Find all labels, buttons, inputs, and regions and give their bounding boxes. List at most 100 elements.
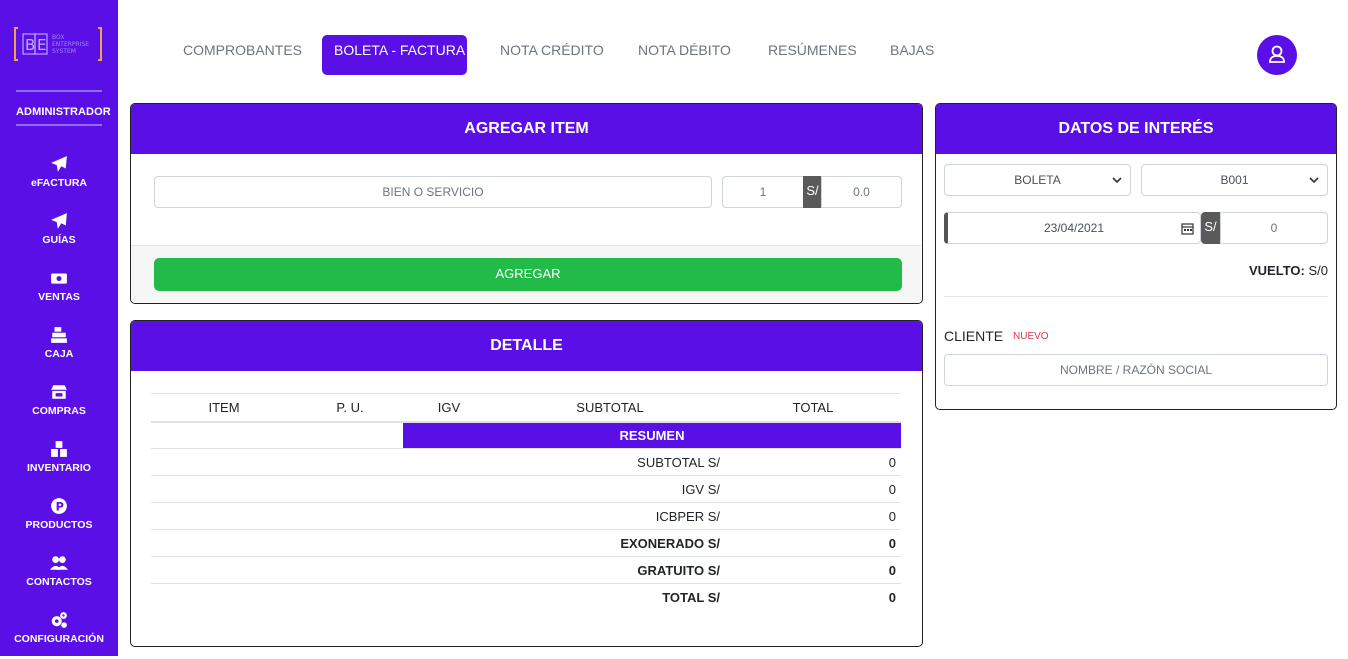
detalle-card: DETALLE ITEM P. U. IGV SUBTOTAL TOTAL RE… (130, 320, 923, 647)
svg-text:SYSTEM: SYSTEM (52, 48, 76, 55)
sidebar-item-inventario[interactable]: INVENTARIO (0, 440, 118, 488)
doc-type-select[interactable]: BOLETA (944, 164, 1131, 196)
chevron-down-icon (1112, 177, 1122, 184)
summary-value: 0 (725, 475, 901, 503)
summary-value: 0 (725, 583, 901, 611)
chevron-down-icon (1309, 177, 1319, 184)
sidebar-item-label: PRODUCTOS (25, 519, 93, 531)
summary-label: ICBPER S/ (151, 502, 725, 530)
sidebar-item-label: CONTACTOS (26, 576, 92, 588)
sidebar-item-guias[interactable]: GUÍAS (0, 212, 118, 260)
item-input[interactable]: BIEN O SERVICIO (154, 176, 712, 208)
cogs-icon (51, 612, 67, 628)
sidebar-item-configuracion[interactable]: CONFIGURACIÓN (0, 611, 118, 659)
resumen-row: RESUMEN (151, 421, 901, 449)
paper-plane-icon (51, 156, 67, 172)
sidebar-item-label: CONFIGURACIÓN (14, 633, 104, 645)
sidebar-item-label: CAJA (44, 348, 74, 360)
sidebar-item-compras[interactable]: COMPRAS (0, 383, 118, 431)
summary-label: GRATUITO S/ (151, 556, 725, 584)
summary-value: 0 (725, 448, 901, 476)
agregar-item-card: AGREGAR ITEM BIEN O SERVICIO 1 S/ 0.0 AG… (130, 103, 923, 304)
resumen-header: RESUMEN (403, 421, 901, 449)
serie-select[interactable]: B001 (1141, 164, 1328, 196)
sidebar-item-label: eFACTURA (30, 177, 87, 189)
sidebar-item-label: GUÍAS (42, 234, 76, 246)
vuelto-value: S/0 (1308, 263, 1328, 278)
user-icon (1269, 45, 1285, 63)
brand-logo[interactable]: B E BOX ENTERPRISE SYSTEM (14, 26, 104, 62)
cliente-label: CLIENTE (944, 328, 1004, 344)
summary-label: IGV S/ (151, 475, 725, 503)
user-avatar-button[interactable] (1257, 35, 1297, 75)
tab-nota-credito[interactable]: NOTA CRÉDITO (488, 35, 616, 75)
datos-title: DATOS DE INTERÉS (936, 104, 1336, 154)
currency-addon: S/ (803, 176, 822, 208)
summary-value: 0 (725, 556, 901, 584)
table-row: ICBPER S/ 0 (151, 502, 901, 530)
svg-text:B: B (25, 36, 35, 54)
price-input[interactable]: 0.0 (821, 176, 902, 208)
date-value: 23/04/2021 (1043, 221, 1105, 235)
table-header-row: ITEM P. U. IGV SUBTOTAL TOTAL (151, 393, 901, 423)
summary-label: EXONERADO S/ (151, 529, 725, 557)
cliente-input[interactable]: NOMBRE / RAZÓN SOCIAL (944, 354, 1328, 386)
agregar-item-title: AGREGAR ITEM (131, 104, 922, 154)
sidebar-item-label: INVENTARIO (27, 462, 91, 474)
user-role: ADMINISTRADOR (16, 90, 111, 126)
svg-text:E: E (37, 36, 46, 54)
summary-value: 0 (725, 502, 901, 530)
amount-input[interactable]: 0 (1220, 212, 1328, 244)
summary-label: TOTAL S/ (151, 583, 725, 611)
column-header: TOTAL (725, 393, 901, 423)
sidebar: B E BOX ENTERPRISE SYSTEM ADMINISTRADOR … (0, 0, 118, 656)
table-row: IGV S/ 0 (151, 475, 901, 503)
tab-nota-debito[interactable]: NOTA DÉBITO (626, 35, 743, 75)
tab-comprobantes[interactable]: COMPROBANTES (171, 35, 314, 75)
boxes-icon (51, 441, 67, 457)
vuelto: VUELTO: S/0 (1249, 263, 1328, 278)
column-header: IGV (403, 393, 495, 423)
product-icon: P (51, 498, 67, 514)
vuelto-label: VUELTO: (1249, 263, 1305, 278)
serie-value: B001 (1220, 173, 1249, 187)
detalle-title: DETALLE (131, 321, 922, 371)
doc-type-value: BOLETA (1014, 173, 1061, 187)
divider (944, 296, 1328, 297)
svg-text:BOX: BOX (52, 34, 64, 41)
summary-value: 0 (725, 529, 901, 557)
table-row: EXONERADO S/ 0 (151, 529, 901, 557)
table-row: GRATUITO S/ 0 (151, 556, 901, 584)
agregar-button[interactable]: AGREGAR (154, 258, 902, 291)
paper-plane-icon (51, 213, 67, 229)
currency-addon: S/ (1201, 212, 1220, 244)
money-bill-icon (51, 273, 67, 284)
svg-text:ENTERPRISE: ENTERPRISE (52, 41, 89, 48)
tab-boleta-factura[interactable]: BOLETA - FACTURA (322, 35, 467, 75)
store-icon (51, 385, 67, 399)
column-header: SUBTOTAL (495, 393, 725, 423)
column-header: ITEM (151, 393, 297, 423)
quantity-input[interactable]: 1 (722, 176, 804, 208)
tab-bajas[interactable]: BAJAS (878, 35, 946, 75)
date-input[interactable]: 23/04/2021 (944, 212, 1201, 244)
summary-label: SUBTOTAL S/ (151, 448, 725, 476)
column-header: P. U. (297, 393, 403, 423)
sidebar-item-contactos[interactable]: CONTACTOS (0, 554, 118, 602)
sidebar-item-productos[interactable]: P PRODUCTOS (0, 497, 118, 545)
sidebar-item-caja[interactable]: CAJA (0, 326, 118, 374)
tab-resumenes[interactable]: RESÚMENES (756, 35, 869, 75)
table-row: TOTAL S/ 0 (151, 583, 901, 611)
users-icon (50, 556, 68, 570)
sidebar-item-label: COMPRAS (32, 405, 86, 417)
calendar-icon[interactable] (1181, 222, 1194, 235)
sidebar-item-ventas[interactable]: VENTAS (0, 269, 118, 317)
table-row: SUBTOTAL S/ 0 (151, 448, 901, 476)
nuevo-cliente-link[interactable]: NUEVO (1013, 331, 1049, 342)
sidebar-item-efactura[interactable]: eFACTURA (0, 155, 118, 203)
svg-text:P: P (56, 501, 64, 514)
detalle-table: ITEM P. U. IGV SUBTOTAL TOTAL RESUMEN SU… (151, 393, 901, 611)
sidebar-item-label: VENTAS (38, 291, 80, 303)
datos-card: DATOS DE INTERÉS BOLETA B001 23/04/2021 … (935, 103, 1337, 410)
cash-register-icon (51, 327, 67, 343)
